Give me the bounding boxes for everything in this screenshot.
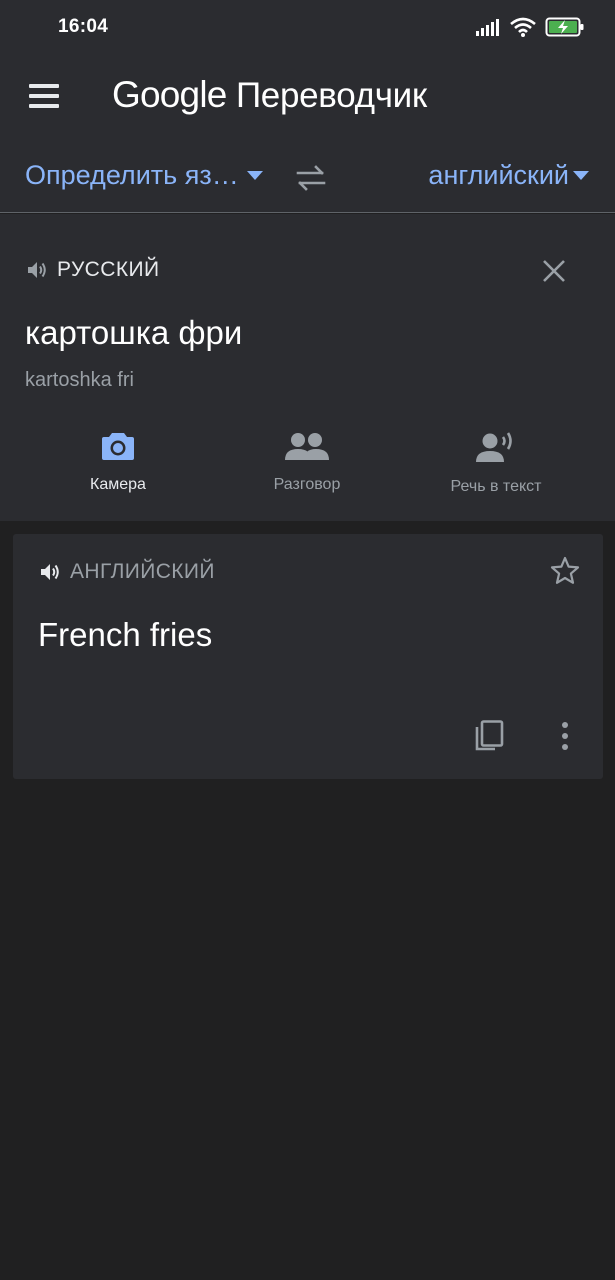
speaker-icon[interactable] [38,560,62,584]
source-text-input[interactable]: картошка фри [25,314,242,352]
language-bar: Определить яз… английский [0,138,615,213]
target-language-row: АНГЛИЙСКИЙ [38,560,215,584]
battery-charging-icon [545,17,584,37]
copy-icon[interactable] [473,719,505,753]
conversation-label: Разговор [273,476,341,493]
app-title: Google Переводчик [112,74,427,116]
status-icons [475,14,585,40]
conversation-icon [285,433,329,460]
more-icon[interactable] [553,720,577,752]
chevron-down-icon [246,171,263,180]
wifi-icon [510,17,536,37]
translation-card: АНГЛИЙСКИЙ French fries [13,534,603,779]
target-language-label: английский [428,160,569,190]
menu-icon[interactable] [22,78,66,114]
source-language-heading: РУССКИЙ [57,258,160,281]
conversation-button[interactable]: Разговор [213,424,401,494]
camera-label: Камера [90,476,146,493]
source-language-selector[interactable]: Определить яз… [25,160,263,191]
translation-text: French fries [38,616,213,653]
status-time: 16:04 [58,16,109,37]
input-tools: Камера Разговор Речь в текст [0,424,615,514]
speech-to-text-icon [476,432,512,462]
close-icon[interactable] [539,256,569,286]
app-title-brand: Google [112,74,227,115]
app-title-product: Переводчик [235,76,427,115]
target-language-selector[interactable]: английский [428,160,589,191]
signal-icon [476,19,499,36]
status-bar: 16:04 [0,0,615,56]
camera-icon [102,433,134,460]
app-bar: Google Переводчик [0,56,615,138]
swap-icon[interactable] [294,161,328,195]
chevron-down-icon [573,171,589,180]
source-panel: РУССКИЙ картошка фри kartoshka fri Камер… [0,214,615,521]
transliteration: kartoshka fri [25,369,134,391]
source-language-label: Определить яз… [25,160,239,190]
target-language-heading: АНГЛИЙСКИЙ [70,560,215,583]
source-language-row: РУССКИЙ [25,258,159,282]
speech-to-text-button[interactable]: Речь в текст [402,424,590,496]
camera-button[interactable]: Камера [24,424,212,494]
speech-to-text-label: Речь в текст [450,478,542,495]
star-icon[interactable] [549,555,581,587]
speaker-icon[interactable] [25,258,49,282]
